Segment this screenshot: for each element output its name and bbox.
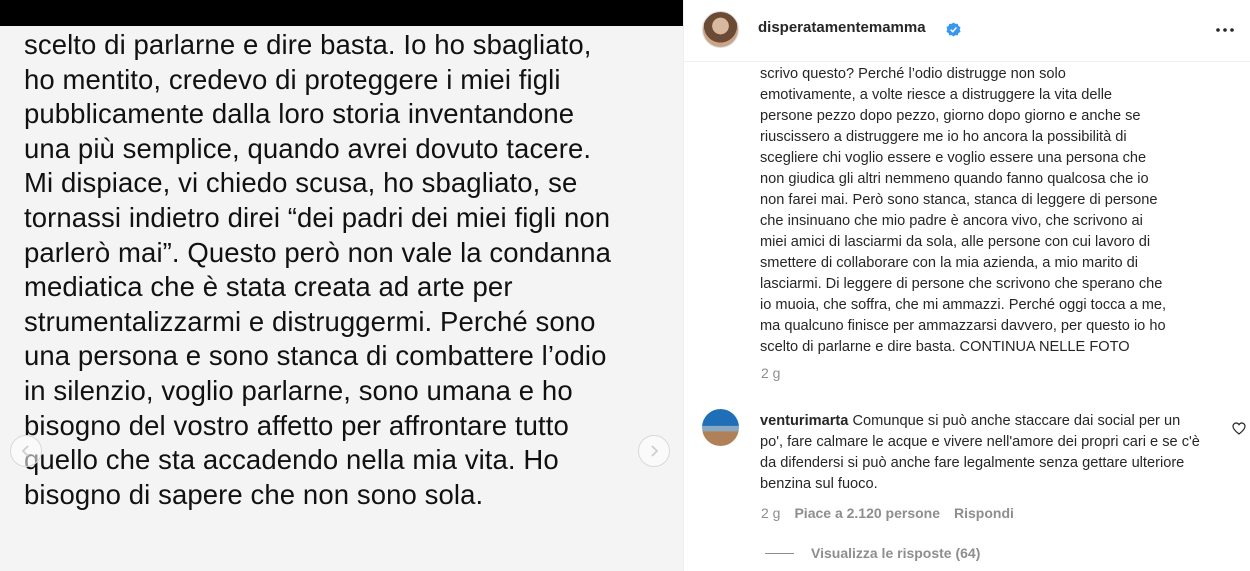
view-replies-label: Visualizza le risposte (64): [811, 545, 981, 561]
more-options-icon[interactable]: [1214, 22, 1236, 38]
image-top-bar: [0, 0, 683, 26]
previous-slide-button[interactable]: [10, 435, 42, 467]
commenter-avatar[interactable]: [702, 409, 739, 446]
post-caption: scrivo questo? Perché l’odio distrugge n…: [760, 66, 1167, 355]
next-slide-button[interactable]: [638, 435, 670, 467]
post-header: disperatamentemamma: [684, 0, 1250, 62]
comment-body: venturimarta Comunque si può anche stacc…: [760, 411, 1200, 495]
chevron-left-icon: [21, 445, 29, 457]
comment-timestamp[interactable]: 2 g: [761, 505, 780, 521]
author-username[interactable]: disperatamentemamma: [758, 19, 926, 36]
reply-button[interactable]: Rispondi: [954, 505, 1014, 521]
post-side-panel: disperatamentemamma scrivo questo? Perch…: [683, 0, 1250, 571]
verified-badge-icon: [946, 22, 961, 37]
like-comment-heart-icon[interactable]: [1232, 422, 1246, 435]
chevron-right-icon: [651, 445, 659, 457]
replies-divider: [765, 552, 794, 554]
commenter-username[interactable]: venturimarta: [760, 413, 848, 429]
author-avatar[interactable]: [702, 11, 739, 48]
comment-likes[interactable]: Piace a 2.120 persone: [794, 505, 940, 521]
comment-meta: 2 g Piace a 2.120 persone Rispondi: [761, 505, 1028, 521]
post-slide-text: scelto di parlarne e dire basta. Io ho s…: [24, 29, 612, 510]
post-image: scelto di parlarne e dire basta. Io ho s…: [0, 0, 683, 571]
view-replies-button[interactable]: Visualizza le risposte (64): [765, 545, 980, 561]
caption-timestamp[interactable]: 2 g: [761, 365, 780, 381]
